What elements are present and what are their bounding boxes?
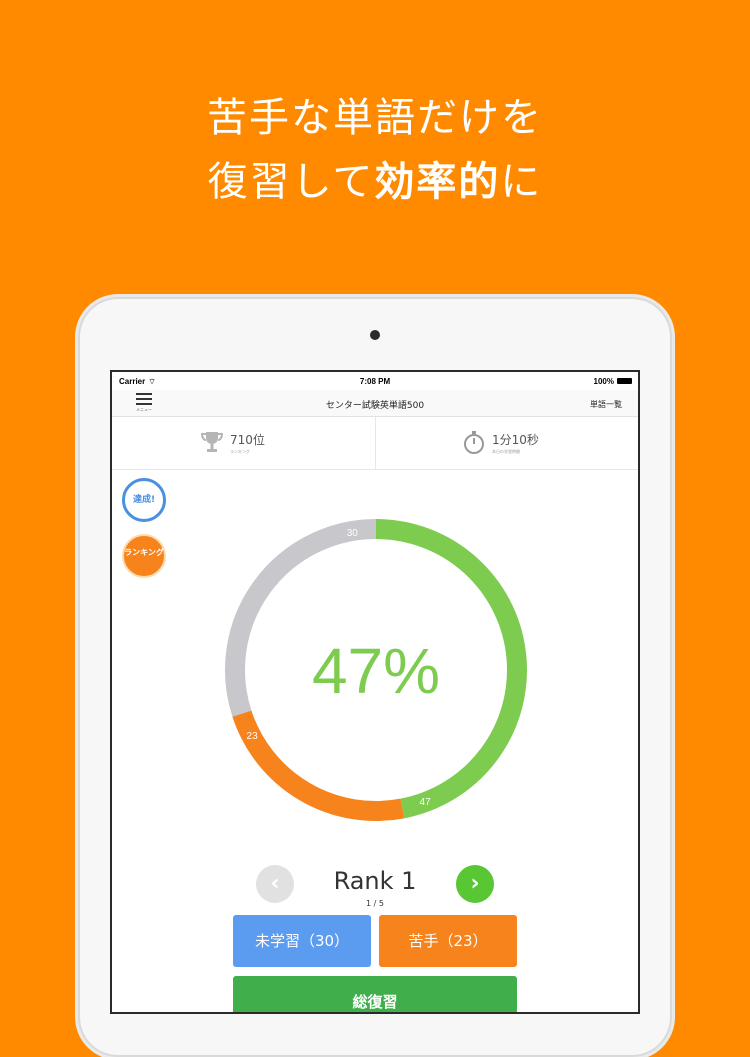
donut-slice-1 [232, 710, 405, 821]
headline-line-2-suffix: に [500, 159, 543, 205]
donut-slice-label: 23 [247, 731, 259, 742]
donut-slice-label: 47 [420, 797, 432, 808]
headline-line-1: 苦手な単語だけを [207, 95, 543, 141]
weak-words-button[interactable]: 苦手（23） [379, 915, 517, 967]
study-time-value: 1分10秒 [492, 433, 539, 447]
achieved-badge[interactable]: 達成! [122, 478, 166, 522]
page-indicator: 1 / 5 [366, 899, 384, 908]
ranking-badge[interactable]: ランキング [122, 534, 166, 578]
ranking-caption: ランキング [230, 449, 250, 454]
clock: 7:08 PM [359, 377, 391, 386]
stats-bar: 710位 ランキング 1分10秒 本日の学習時間 [112, 417, 638, 470]
full-review-button[interactable]: 総復習 [233, 976, 517, 1012]
stats-divider [375, 417, 376, 469]
trophy-icon [200, 432, 224, 452]
ranking-value: 710位 [230, 433, 265, 447]
headline-line-2: 復習して効率的に [0, 162, 750, 202]
headline-line-2-prefix: 復習して [207, 159, 375, 205]
stopwatch-icon [464, 431, 484, 454]
nav-title: センター試験英単語500 [325, 401, 425, 411]
donut-slice-label: 30 [347, 528, 359, 539]
app-screen: Carrier ⌔ 7:08 PM 100% メニュー センター試験英単語500 … [112, 372, 638, 1012]
battery-icon [617, 377, 632, 384]
percent-label: 47% [312, 635, 440, 707]
battery-percent: 100% [593, 377, 614, 386]
rank-label: Rank 1 [333, 867, 417, 895]
status-bar: Carrier ⌔ 7:08 PM 100% [112, 372, 638, 390]
hamburger-icon-bar [136, 393, 152, 395]
progress-donut-chart: 47 23 30 47% [225, 519, 527, 821]
next-rank-button[interactable]: › [456, 865, 494, 903]
camera-dot [370, 330, 380, 340]
study-time-caption: 本日の学習時間 [492, 449, 520, 454]
rank-pager: ‹ Rank 1 › 1 / 5 [112, 857, 638, 908]
nav-bar: メニュー センター試験英単語500 単語一覧 [112, 390, 638, 417]
headline-line-2-bold: 効率的 [374, 159, 501, 205]
unlearned-button[interactable]: 未学習（30） [233, 915, 371, 967]
word-list-button[interactable]: 単語一覧 [590, 399, 622, 410]
